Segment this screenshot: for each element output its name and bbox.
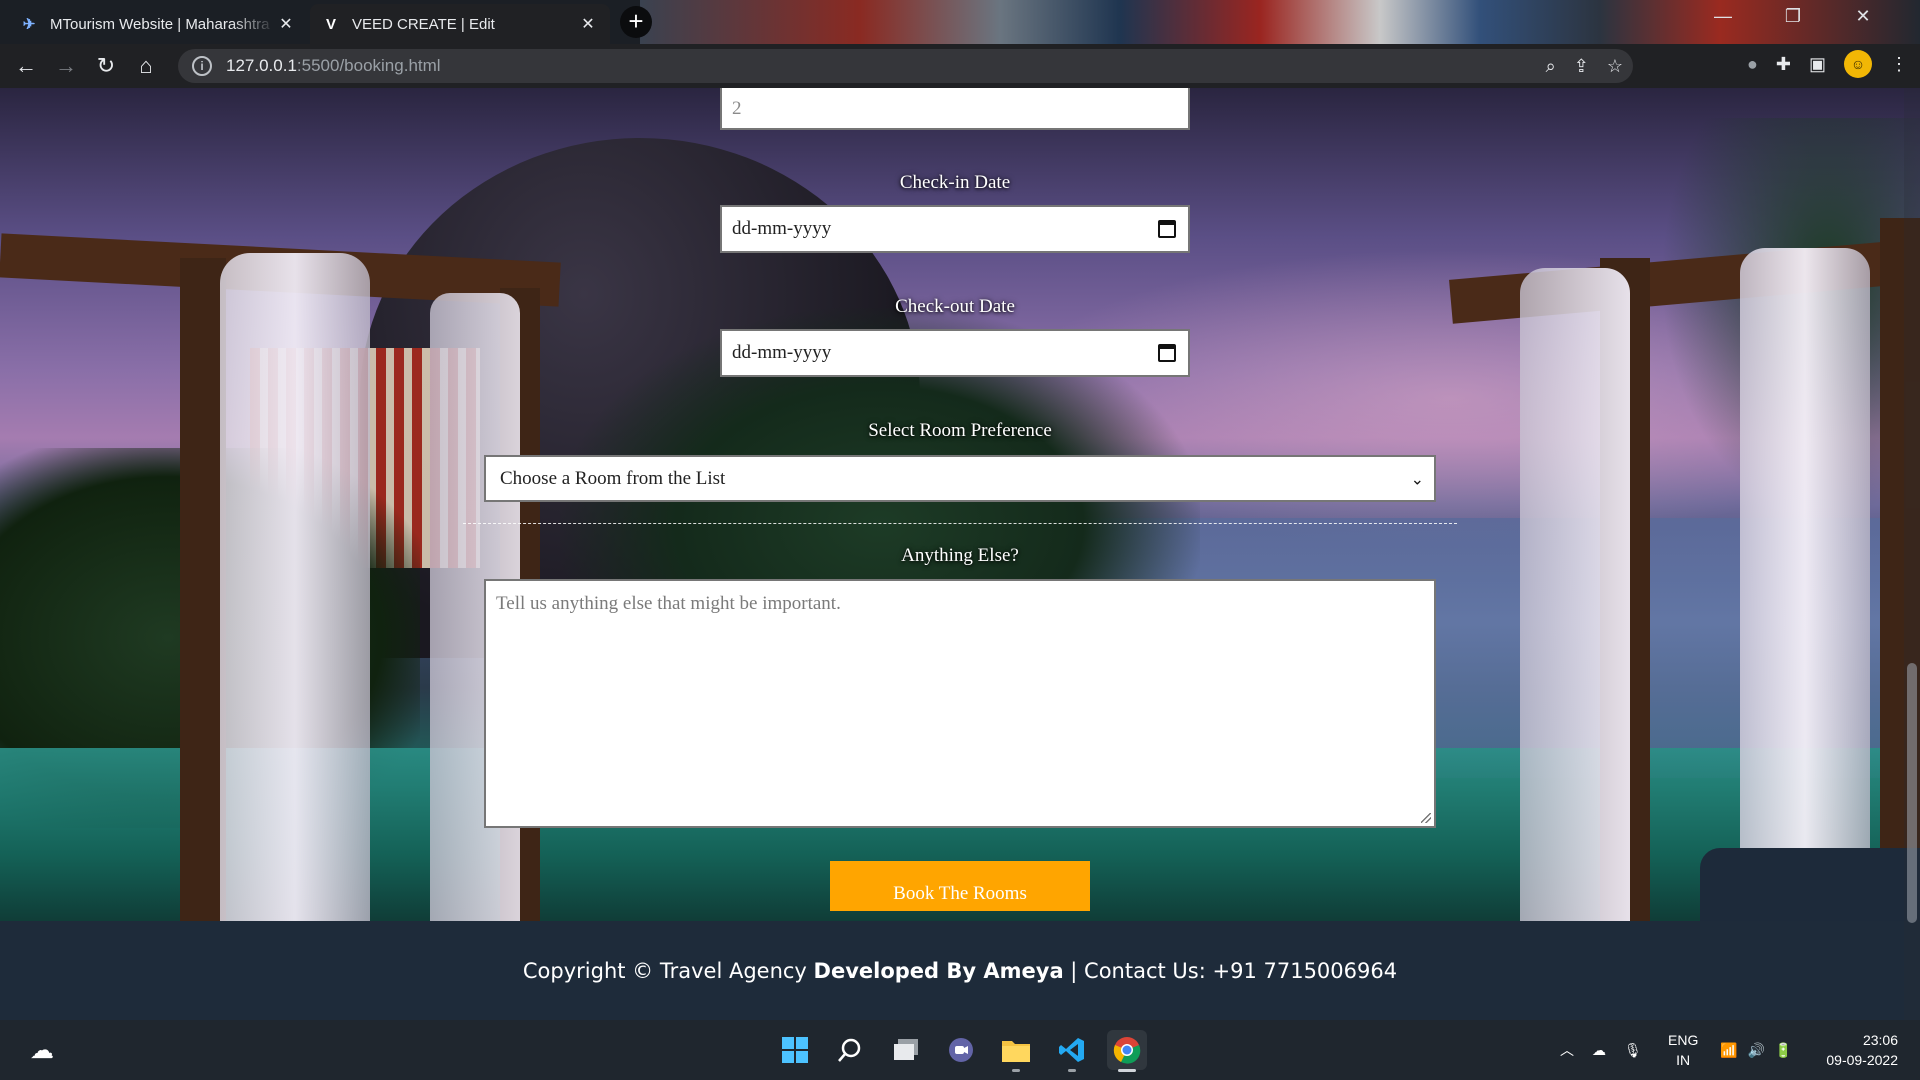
teams-chat-icon[interactable] (941, 1030, 981, 1070)
browser-toolbar: ← → ↻ ⌂ i 127.0.0.1:5500/booking.html ⌕ … (0, 44, 1920, 88)
language-code: ENG (1668, 1032, 1699, 1048)
scrollbar-thumb[interactable] (1907, 663, 1917, 923)
side-panel-icon[interactable]: ▣ (1809, 54, 1826, 75)
section-divider (463, 523, 1457, 524)
anything-else-textarea[interactable]: Tell us anything else that might be impo… (484, 579, 1436, 828)
region-code: IN (1676, 1052, 1691, 1068)
tab-title: MTourism Website | Maharashtra (50, 15, 270, 33)
new-tab-button[interactable]: + (620, 6, 652, 38)
calendar-icon[interactable] (1158, 344, 1176, 362)
zoom-icon[interactable]: ⌕ (1546, 56, 1556, 77)
textarea-placeholder: Tell us anything else that might be impo… (496, 593, 841, 614)
battery-icon: 🔋 (1774, 1041, 1793, 1058)
chevron-down-icon: ⌄ (1410, 469, 1424, 488)
onedrive-error-icon[interactable]: ☁ (1592, 1042, 1606, 1059)
resize-grip-icon[interactable] (1421, 813, 1431, 823)
url-path: :5500/booking.html (296, 56, 441, 75)
network-volume-battery[interactable]: 📶 🔊 🔋 (1720, 1020, 1792, 1080)
chrome-icon[interactable] (1107, 1030, 1147, 1072)
close-tab-icon[interactable]: ✕ (276, 14, 296, 34)
room-preference-select[interactable]: Choose a Room from the List ⌄ (484, 455, 1436, 502)
site-footer: Copyright © Travel Agency Developed By A… (0, 921, 1920, 1020)
bookmark-star-icon[interactable]: ☆ (1607, 56, 1623, 77)
close-tab-icon[interactable]: ✕ (578, 14, 598, 34)
room-preference-label: Select Room Preference (868, 420, 1052, 441)
microphone-icon[interactable]: 🎙 (1624, 1042, 1642, 1059)
guests-number-input[interactable]: 2 (720, 88, 1190, 130)
clock-time: 23:06 (1862, 1032, 1898, 1048)
background-photo: 2 Check-in Date dd-mm-yyyy Check-out Dat… (0, 88, 1920, 921)
chevron-up-icon[interactable]: ︿ (1560, 1040, 1574, 1060)
home-icon[interactable]: ⌂ (126, 46, 166, 86)
checkin-date-value: dd-mm-yyyy (732, 218, 832, 239)
veed-v-icon: V (325, 15, 336, 33)
address-bar[interactable]: i 127.0.0.1:5500/booking.html ⌕ ⇪ ☆ (178, 49, 1633, 83)
extension-icon[interactable]: ● (1747, 54, 1758, 75)
wifi-icon: 📶 (1720, 1041, 1738, 1058)
system-tray: ︿ ☁ 🎙 (1560, 1020, 1642, 1080)
checkout-date-value: dd-mm-yyyy (732, 342, 832, 363)
checkout-date-input[interactable]: dd-mm-yyyy (720, 329, 1190, 377)
clock-date: 09-09-2022 (1826, 1052, 1898, 1068)
close-window-button[interactable]: ✕ (1840, 6, 1886, 27)
url-host: 127.0.0.1 (226, 56, 297, 75)
volume-icon: 🔊 (1747, 1041, 1765, 1058)
page-scrollbar[interactable] (1904, 88, 1920, 1020)
minimize-button[interactable]: — (1700, 6, 1746, 27)
weather-icon[interactable]: ☁ (22, 1030, 62, 1070)
forward-arrow-icon[interactable]: → (46, 46, 86, 86)
reload-icon[interactable]: ↻ (86, 46, 126, 86)
file-explorer-icon[interactable] (996, 1030, 1036, 1072)
back-arrow-icon[interactable]: ← (6, 46, 46, 86)
tab-veed[interactable]: V VEED CREATE | Edit ✕ (310, 4, 610, 44)
search-icon[interactable] (830, 1030, 870, 1070)
anything-else-label: Anything Else? (901, 545, 1019, 566)
checkin-date-input[interactable]: dd-mm-yyyy (720, 205, 1190, 253)
vscode-icon[interactable] (1052, 1030, 1092, 1072)
windows-taskbar: ☁ ︿ ☁ 🎙 ENG IN 📶 🔊 🔋 23:06 09-09-2022 (0, 1020, 1920, 1080)
site-info-icon[interactable]: i (192, 56, 212, 76)
calendar-icon[interactable] (1158, 220, 1176, 238)
book-rooms-button[interactable]: Book The Rooms (830, 861, 1090, 911)
footer-developer: Developed By Ameya (813, 958, 1064, 983)
language-indicator[interactable]: ENG IN (1668, 1030, 1698, 1070)
share-icon[interactable]: ⇪ (1574, 56, 1589, 77)
menu-kebab-icon[interactable]: ⋮ (1890, 54, 1908, 75)
footer-copyright: Copyright © Travel Agency (522, 958, 814, 983)
checkout-label: Check-out Date (895, 296, 1015, 317)
extensions-puzzle-icon[interactable]: ✚ (1776, 54, 1791, 75)
tab-title: VEED CREATE | Edit (352, 15, 495, 33)
task-view-icon[interactable] (886, 1030, 926, 1070)
checkin-label: Check-in Date (899, 172, 1011, 193)
clock[interactable]: 23:06 09-09-2022 (1826, 1030, 1898, 1070)
tab-mtourism[interactable]: ✈ MTourism Website | Maharashtra ✕ (8, 4, 308, 44)
maximize-button[interactable]: ❐ (1770, 6, 1816, 27)
footer-contact: | Contact Us: +91 7715006964 (1063, 958, 1398, 983)
browser-tab-strip: ✈ MTourism Website | Maharashtra ✕ V VEE… (0, 0, 1920, 44)
start-icon[interactable] (775, 1030, 815, 1070)
page-viewport: 2 Check-in Date dd-mm-yyyy Check-out Dat… (0, 88, 1920, 1020)
room-selected-value: Choose a Room from the List (500, 467, 726, 489)
profile-avatar[interactable]: ☺ (1844, 50, 1872, 78)
plane-icon: ✈ (22, 16, 36, 33)
